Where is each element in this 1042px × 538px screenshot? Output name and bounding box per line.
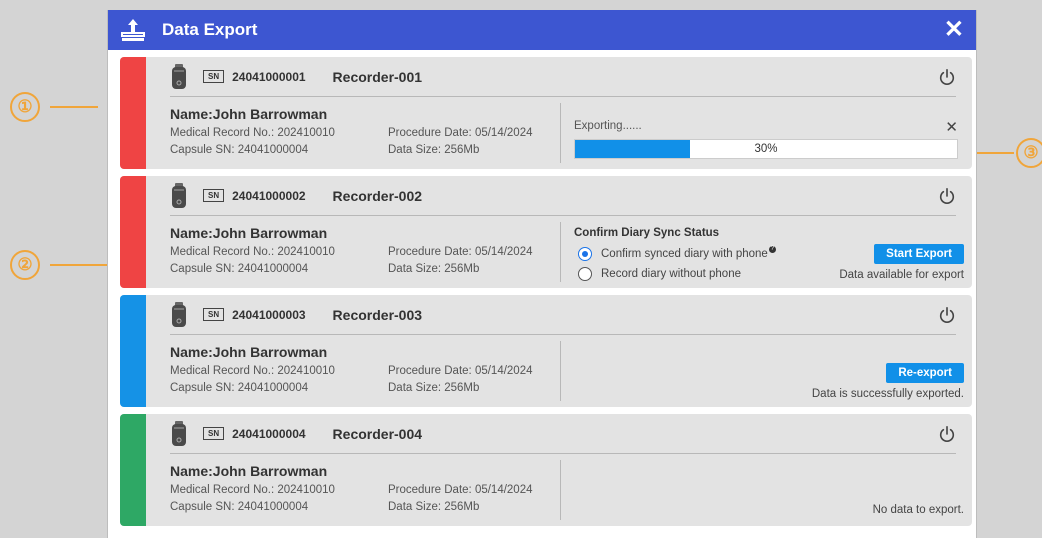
status-stripe xyxy=(120,57,146,169)
status-stripe xyxy=(120,414,146,526)
export-panel: Exporting...... ✕ 30% xyxy=(574,103,966,163)
capsule-sn: Capsule SN: 24041000004 xyxy=(170,501,309,513)
export-progress-bar: 30% xyxy=(574,139,958,159)
medical-record-no: Medical Record No.: 202410010 xyxy=(170,365,335,377)
export-status-text: No data to export. xyxy=(872,504,964,516)
power-icon[interactable] xyxy=(938,425,956,443)
procedure-date: Procedure Date: 05/14/2024 xyxy=(388,246,533,258)
status-stripe xyxy=(120,176,146,288)
recorder-name: Recorder-002 xyxy=(332,187,423,204)
sn-badge: SN xyxy=(203,427,225,440)
recorder-name: Recorder-004 xyxy=(332,425,423,442)
dialog-title: Data Export xyxy=(162,20,258,39)
serial-number: 24041000004 xyxy=(232,426,306,441)
recorder-header: SN 24041000003 Recorder-003 xyxy=(170,295,956,335)
power-icon[interactable] xyxy=(938,68,956,86)
recorder-list: SN 24041000001 Recorder-001 Name:John Ba… xyxy=(120,57,972,533)
medical-record-no: Medical Record No.: 202410010 xyxy=(170,484,335,496)
procedure-date: Procedure Date: 05/14/2024 xyxy=(388,127,533,139)
serial-number: 24041000001 xyxy=(232,69,306,84)
capsule-recorder-icon xyxy=(172,301,186,327)
export-status-text: Data available for export xyxy=(839,269,964,281)
recorder-card: SN 24041000002 Recorder-002 Name:John Ba… xyxy=(120,176,972,288)
card-divider xyxy=(560,103,561,163)
capsule-sn: Capsule SN: 24041000004 xyxy=(170,144,309,156)
recorder-name: Recorder-001 xyxy=(332,68,423,85)
radio-button[interactable] xyxy=(578,267,592,281)
start-export-button[interactable]: Start Export xyxy=(874,244,964,264)
patient-name: Name:John Barrowman xyxy=(170,225,328,241)
recorder-card: SN 24041000001 Recorder-001 Name:John Ba… xyxy=(120,57,972,169)
close-button[interactable]: ✕ xyxy=(944,18,964,42)
callout-2: ② xyxy=(10,250,40,280)
data-size: Data Size: 256Mb xyxy=(388,144,480,156)
help-icon[interactable]: ? xyxy=(768,245,776,253)
sn-badge: SN xyxy=(203,189,225,202)
callout-1-line xyxy=(50,106,98,108)
patient-name: Name:John Barrowman xyxy=(170,344,328,360)
status-stripe xyxy=(120,295,146,407)
recorder-name: Recorder-003 xyxy=(332,306,423,323)
data-export-dialog: Data Export ✕ SN 24041000001 Recorder-00… xyxy=(107,10,977,538)
export-status-text: Data is successfully exported. xyxy=(811,388,964,400)
serial-number: 24041000003 xyxy=(232,307,306,322)
patient-info: Name:John Barrowman Medical Record No.: … xyxy=(170,463,560,518)
export-progress-text: 30% xyxy=(754,143,778,155)
export-panel: No data to export. xyxy=(574,460,966,520)
recorder-card: SN 24041000003 Recorder-003 Name:John Ba… xyxy=(120,295,972,407)
sn-badge: SN xyxy=(203,308,225,321)
capsule-sn: Capsule SN: 24041000004 xyxy=(170,382,309,394)
re-export-button[interactable]: Re-export xyxy=(886,363,964,383)
patient-name: Name:John Barrowman xyxy=(170,463,328,479)
procedure-date: Procedure Date: 05/14/2024 xyxy=(388,365,533,377)
serial-number: 24041000002 xyxy=(232,188,306,203)
radio-label: Record diary without phone xyxy=(601,268,741,280)
card-divider xyxy=(560,460,561,520)
data-size: Data Size: 256Mb xyxy=(388,263,480,275)
export-panel: Confirm Diary Sync Status Confirm synced… xyxy=(574,222,966,282)
patient-info: Name:John Barrowman Medical Record No.: … xyxy=(170,344,560,399)
data-size: Data Size: 256Mb xyxy=(388,382,480,394)
patient-info: Name:John Barrowman Medical Record No.: … xyxy=(170,225,560,280)
power-icon[interactable] xyxy=(938,187,956,205)
capsule-recorder-icon xyxy=(172,182,186,208)
callout-3: ③ xyxy=(1016,138,1042,168)
cancel-export-button[interactable]: ✕ xyxy=(945,118,958,136)
capsule-sn: Capsule SN: 24041000004 xyxy=(170,263,309,275)
recorder-header: SN 24041000002 Recorder-002 xyxy=(170,176,956,216)
recorder-card: SN 24041000004 Recorder-004 Name:John Ba… xyxy=(120,414,972,526)
sn-badge: SN xyxy=(203,70,225,83)
exporting-label: Exporting...... xyxy=(574,120,642,132)
recorder-header: SN 24041000001 Recorder-001 xyxy=(170,57,956,97)
data-size: Data Size: 256Mb xyxy=(388,501,480,513)
export-icon xyxy=(121,19,145,41)
radio-confirm-synced[interactable]: Confirm synced diary with phone? xyxy=(578,245,776,261)
radio-record-without-phone[interactable]: Record diary without phone xyxy=(578,267,741,281)
patient-name: Name:John Barrowman xyxy=(170,106,328,122)
export-panel: Re-export Data is successfully exported. xyxy=(574,341,966,401)
medical-record-no: Medical Record No.: 202410010 xyxy=(170,127,335,139)
card-divider xyxy=(560,341,561,401)
patient-info: Name:John Barrowman Medical Record No.: … xyxy=(170,106,560,161)
card-divider xyxy=(560,222,561,282)
callout-1: ① xyxy=(10,92,40,122)
capsule-recorder-icon xyxy=(172,420,186,446)
radio-button[interactable] xyxy=(578,247,592,261)
capsule-recorder-icon xyxy=(172,63,186,89)
sync-status-title: Confirm Diary Sync Status xyxy=(574,227,720,239)
radio-label: Confirm synced diary with phone xyxy=(601,248,768,260)
recorder-header: SN 24041000004 Recorder-004 xyxy=(170,414,956,454)
procedure-date: Procedure Date: 05/14/2024 xyxy=(388,484,533,496)
dialog-titlebar: Data Export ✕ xyxy=(108,10,976,50)
power-icon[interactable] xyxy=(938,306,956,324)
medical-record-no: Medical Record No.: 202410010 xyxy=(170,246,335,258)
